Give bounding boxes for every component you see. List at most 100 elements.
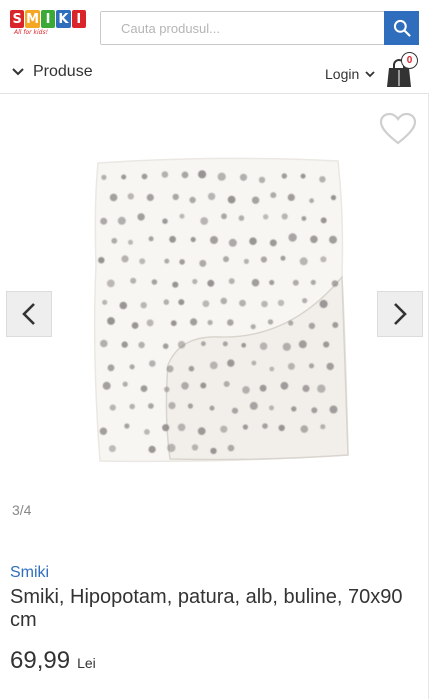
search-input[interactable] [101,12,385,44]
blanket-dot [167,443,176,453]
blanket-dot [277,299,285,307]
blanket-dot [131,322,139,329]
blanket-dot [251,360,257,366]
blanket-dot [326,362,334,371]
blanket-dot [258,176,266,184]
blanket-dot [106,279,115,288]
next-image-button[interactable] [377,291,423,337]
blanket-dot [140,385,148,392]
blanket-dot [220,425,228,433]
chevron-right-icon [394,303,407,325]
blanket-dot [189,196,196,204]
blanket-dot [99,427,108,435]
blanket-dot [311,407,318,414]
blanket-dot [151,279,158,285]
blanket-dot [121,255,129,263]
blanket-dot [207,319,213,326]
product-gallery [0,95,429,505]
search-icon [393,19,411,37]
blanket-dot [166,365,174,373]
blanket-dot [227,359,235,367]
blanket-dot [250,324,256,330]
search-button[interactable] [384,11,419,45]
blanket-dot [98,257,105,264]
blanket-dot [209,361,218,370]
products-menu-button[interactable]: Produse [12,63,93,81]
blanket-dot [149,360,156,367]
blanket-dot [138,341,145,349]
heart-icon [379,112,417,145]
blanket-dot [162,218,168,224]
blanket-dot [267,319,274,325]
login-button[interactable]: Login [325,66,375,82]
blanket-dot [163,299,170,305]
blanket-dot [282,342,291,351]
blanket-dot [164,258,170,264]
product-brand-link[interactable]: Smiki [10,564,49,582]
blanket-dot [164,386,170,393]
blanket-dot [179,213,185,219]
blanket-dot [102,381,111,390]
blanket-dot [242,424,248,430]
blanket-dot [220,297,228,305]
cart-count-badge: 0 [401,52,418,69]
blanket-dot [251,278,260,287]
blanket-dot [269,366,275,372]
blanket-dot [310,279,316,285]
blanket-dot [117,216,126,225]
blanket-dot [200,382,207,389]
blanket-dot [329,405,338,414]
blanket-dot [291,406,297,412]
blanket-dot [197,427,206,435]
logo-blocks: S M I K I [10,10,87,28]
blanket-dot [221,213,227,220]
blanket-dot [288,320,294,326]
blanket-dot [331,280,339,287]
blanket-dot [100,217,108,225]
blanket-dot [172,281,179,288]
blanket-dot [148,236,154,242]
blanket-dot [308,322,316,330]
blanket-dot [287,193,295,201]
blanket-dot [228,278,235,285]
blanket-dot [330,195,337,201]
blanket-dot [309,198,314,204]
blanket-dot [227,319,234,326]
blanket-dot [177,423,186,432]
product-title: Smiki, Hipopotam, patura, alb, buline, 7… [10,586,403,631]
blanket-dot [168,402,176,410]
blanket-dot [299,257,308,266]
logo-letter: I [71,10,87,28]
previous-image-button[interactable] [6,291,52,337]
search-bar [100,11,419,45]
nav-bar: Produse Login [0,56,429,94]
blanket-dot [238,215,245,221]
blanket-dot [201,341,206,347]
blanket-dot [137,213,145,221]
blanket-dot [222,341,228,347]
chevron-down-icon [365,70,375,77]
blanket-dot [217,172,226,181]
blanket-dot [202,300,210,308]
blanket-dot [190,236,196,243]
blanket-dot [124,423,130,429]
blanket-dot [181,171,189,179]
blanket-dot [162,343,169,349]
blanket-dot [263,214,269,220]
blanket-dot [231,407,239,414]
cart-button[interactable]: 0 [385,52,421,88]
blanket-dot [259,342,268,350]
header: S M I K I All for kids! [0,0,429,56]
blanket-dot [320,217,327,224]
blanket-dot [191,444,199,451]
blanket-dot [140,302,147,309]
blanket-dot [119,301,128,310]
blanket-dot [320,424,326,430]
favorite-button[interactable] [379,112,417,151]
blanket-dot [300,425,309,433]
logo[interactable]: S M I K I All for kids! [10,10,87,44]
blanket-dot [301,216,307,221]
logo-letter: K [56,10,71,28]
logo-tagline: All for kids! [14,29,48,36]
blanket-dot [223,381,230,387]
